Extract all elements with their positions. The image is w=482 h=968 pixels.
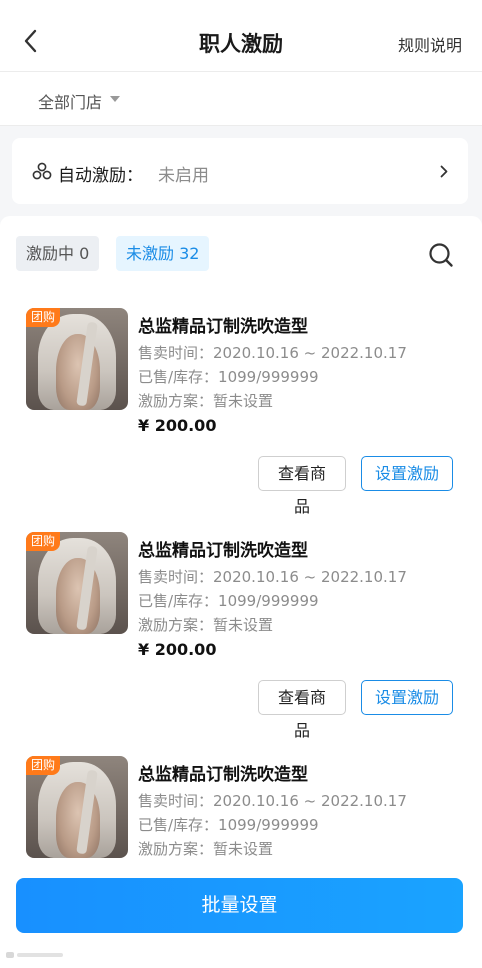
store-filter[interactable]: 全部门店	[0, 72, 482, 126]
rules-link[interactable]: 规则说明	[398, 32, 462, 56]
product-name: 总监精品订制洗吹造型	[138, 317, 308, 337]
product-card: 团购 总监精品订制洗吹造型 售卖时间：2020.10.16 ~ 2022.10.…	[12, 292, 468, 516]
product-name: 总监精品订制洗吹造型	[138, 765, 308, 785]
watermark-logo	[6, 952, 63, 958]
store-filter-label: 全部门店	[38, 93, 103, 112]
product-price: ¥ 200.00	[138, 416, 217, 435]
incentive-icon	[32, 162, 52, 180]
auto-incentive-row[interactable]: 自动激励： 未启用	[12, 138, 468, 204]
group-buy-badge: 团购	[26, 756, 61, 775]
product-price: ¥ 200.00	[138, 640, 217, 659]
sale-time: 售卖时间：2020.10.16 ~ 2022.10.17	[138, 568, 407, 586]
tab-incentivized[interactable]: 激励中 0	[16, 236, 100, 271]
product-list-panel: 激励中 0 未激励 32 团购 总监精品订制洗吹造型 售卖时间：2020.10.…	[0, 216, 482, 876]
auto-incentive-label: 自动激励：	[58, 166, 143, 186]
sold-stock: 已售/库存：1099/999999	[138, 592, 319, 610]
view-product-button[interactable]: 查看商品	[258, 680, 346, 740]
group-buy-badge: 团购	[26, 308, 61, 327]
search-icon[interactable]	[428, 242, 454, 268]
view-product-button[interactable]: 查看商品	[258, 456, 346, 516]
incentive-plan: 激励方案：暂未设置	[138, 392, 274, 410]
incentive-plan: 激励方案：暂未设置	[138, 840, 274, 858]
batch-set-button[interactable]: 批量设置	[16, 878, 463, 933]
product-card: 团购 总监精品订制洗吹造型 售卖时间：2020.10.16 ~ 2022.10.…	[12, 516, 468, 740]
incentive-plan: 激励方案：暂未设置	[138, 616, 274, 634]
set-incentive-button[interactable]: 设置激励	[361, 680, 453, 715]
product-card: 团购 总监精品订制洗吹造型 售卖时间：2020.10.16 ~ 2022.10.…	[12, 740, 468, 876]
group-buy-badge: 团购	[26, 532, 61, 551]
nav-bar: 职人激励 规则说明	[0, 0, 482, 72]
set-incentive-button[interactable]: 设置激励	[361, 456, 453, 491]
product-name: 总监精品订制洗吹造型	[138, 541, 308, 561]
bottom-action-bar: 批量设置	[0, 864, 482, 968]
chevron-right-icon	[440, 165, 448, 178]
caret-down-icon	[110, 96, 120, 102]
sold-stock: 已售/库存：1099/999999	[138, 368, 319, 386]
tab-not-incentivized[interactable]: 未激励 32	[116, 236, 210, 271]
sold-stock: 已售/库存：1099/999999	[138, 816, 319, 834]
sale-time: 售卖时间：2020.10.16 ~ 2022.10.17	[138, 792, 407, 810]
sale-time: 售卖时间：2020.10.16 ~ 2022.10.17	[138, 344, 407, 362]
auto-incentive-status: 未启用	[158, 166, 209, 186]
